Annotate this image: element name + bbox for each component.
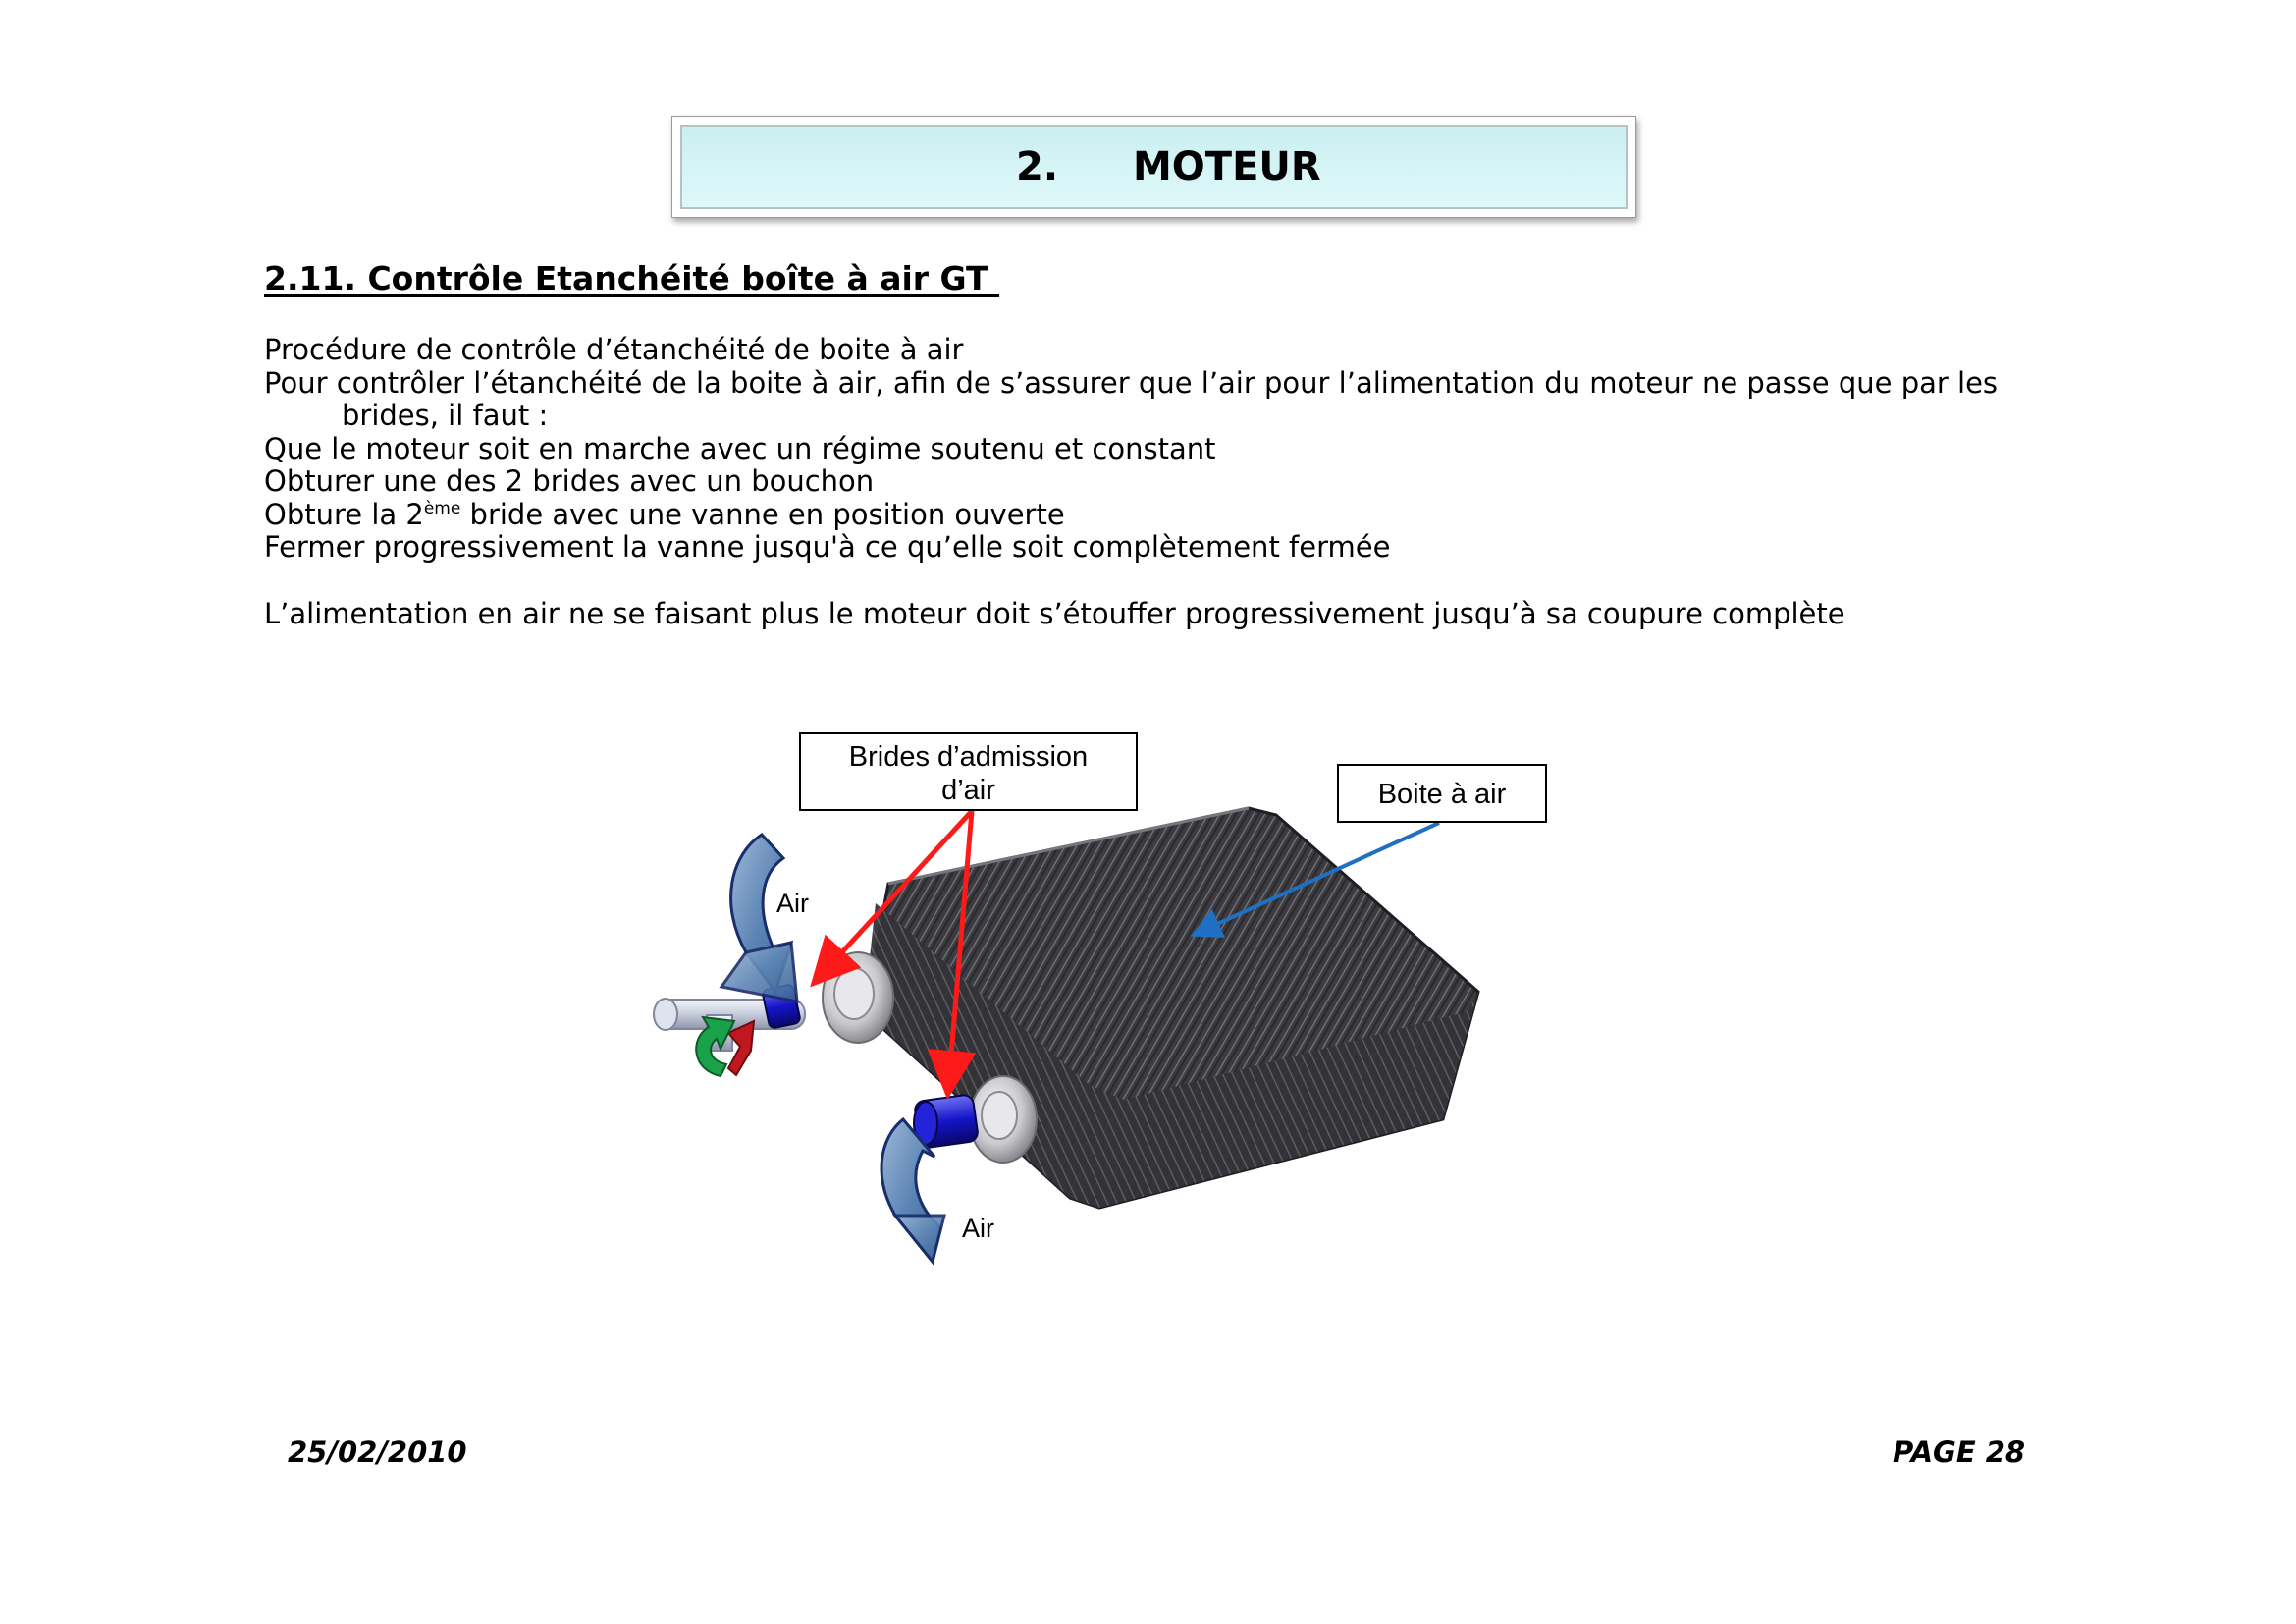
footer-page-number: PAGE 28 — [1893, 1435, 2026, 1469]
callout-intake-flanges-line2: d’air — [941, 775, 995, 806]
upper-flange — [822, 951, 894, 1044]
air-label-bottom: Air — [962, 1214, 994, 1243]
callout-airbox: Boite à air — [1337, 764, 1547, 823]
callout-intake-flanges-line1: Brides d’admission — [848, 741, 1089, 773]
footer-date: 25/02/2010 — [288, 1435, 467, 1469]
air-label-top: Air — [776, 889, 809, 918]
callout-intake-flanges: Brides d’admission d’air — [799, 732, 1138, 811]
callout-airbox-label: Boite à air — [1377, 779, 1507, 810]
airbox-illustration — [653, 806, 1480, 1266]
